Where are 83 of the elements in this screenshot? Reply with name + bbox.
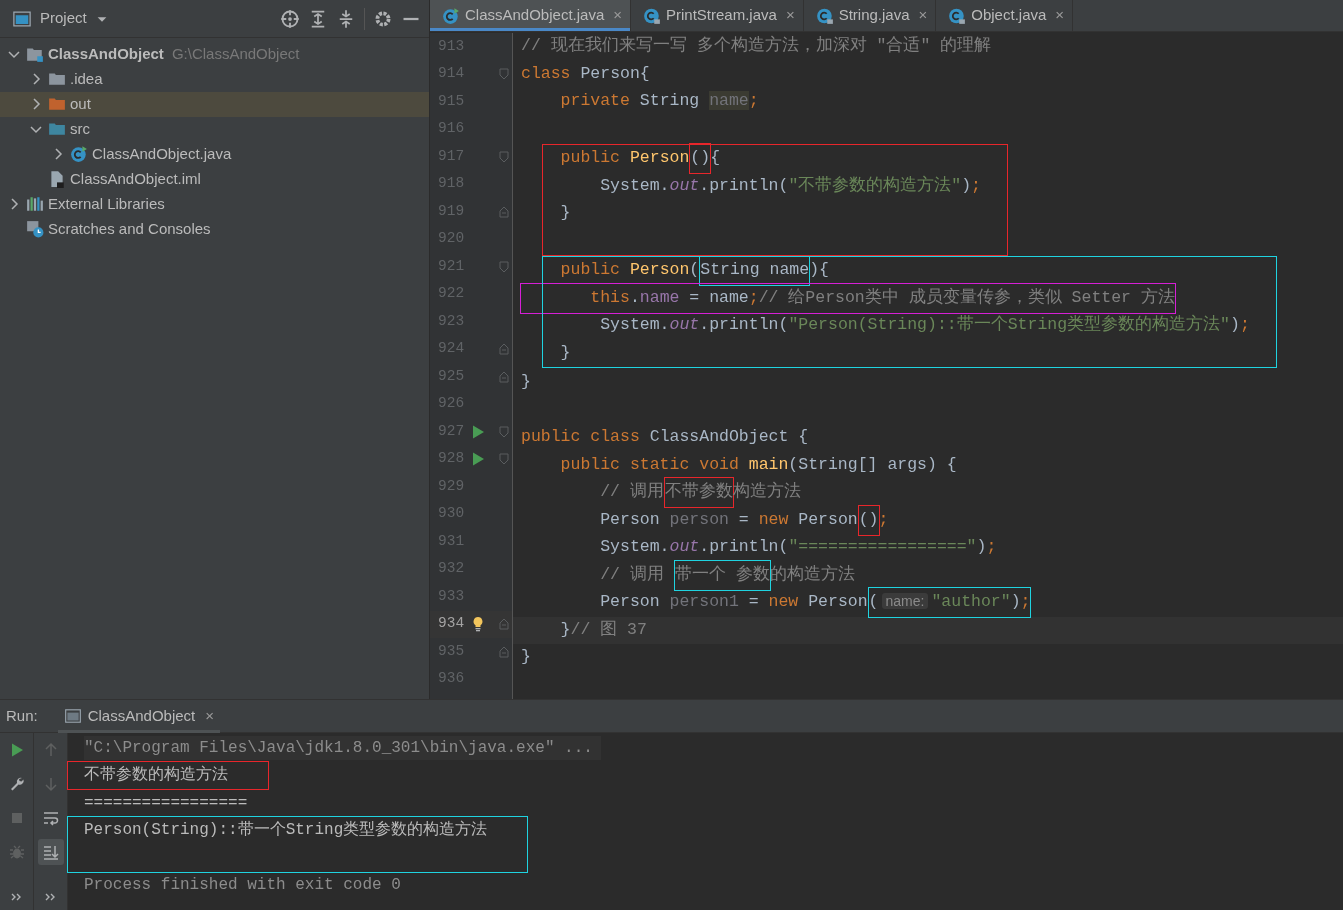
locate-icon[interactable]: [280, 8, 300, 29]
editor-tab[interactable]: ClassAndObject.java ×: [430, 0, 631, 31]
tree-label: .idea: [70, 69, 103, 89]
code-text: Person person = new Person: [599, 508, 858, 531]
tree-item[interactable]: src: [0, 116, 429, 142]
run-label: Run:: [6, 705, 38, 726]
class-file-icon: [948, 6, 967, 25]
code-line: public class ClassAndObject {: [521, 426, 809, 449]
code-text: Person person1 = new Person: [599, 591, 868, 614]
folder-icon: [26, 45, 44, 64]
scroll-to-end-icon: [42, 844, 59, 860]
close-button[interactable]: ×: [1055, 4, 1065, 27]
code-line: public static void main(String[] args) {: [559, 453, 957, 476]
tree-label: Scratches and Consoles: [48, 219, 211, 239]
close-button[interactable]: ×: [785, 4, 795, 27]
highlight-box: (): [690, 144, 711, 174]
highlight-box: this.name = name;// 给Person类中 成员变量传参，类似 Setter 方法: [521, 283, 1175, 313]
panel-title[interactable]: Project: [40, 7, 87, 30]
highlight-box: 不带参数: [664, 478, 733, 508]
run-icon[interactable]: [470, 451, 486, 468]
code-line: }: [521, 646, 531, 669]
code-line: System.out.println("不带参数的构造方法");: [599, 174, 981, 197]
window-icon: [12, 8, 32, 29]
close-button[interactable]: ×: [918, 4, 928, 27]
tree-item[interactable]: ClassAndObject.iml: [0, 166, 429, 192]
console-line: Person(String)::带一个String类型参数的构造方法: [84, 819, 488, 842]
class-file-icon: [643, 6, 661, 25]
code-line: class Person{: [521, 62, 650, 85]
tree-item[interactable]: ClassAndObject G:\ClassAndObject: [0, 41, 429, 67]
code-line: private String name;: [559, 90, 759, 113]
code-line: // 现在我们来写一写 多个构造方法，加深对 "合适" 的理解: [521, 35, 992, 58]
close-button[interactable]: ×: [205, 704, 214, 728]
tree-label: ClassAndObject: [48, 44, 164, 64]
tree-item[interactable]: External Libraries: [0, 191, 429, 217]
console-line: 不带参数的构造方法: [84, 764, 228, 787]
tree-label: out: [70, 94, 91, 114]
highlight-box: ( name: "author");: [868, 588, 1031, 618]
libraries-icon: [26, 195, 44, 214]
code-line: }: [559, 202, 571, 225]
tree-label: src: [70, 119, 90, 139]
code-line: }// 图 37: [559, 618, 647, 641]
tree-label: ClassAndObject.java: [92, 144, 232, 164]
console-line: Process finished with exit code 0: [84, 875, 401, 897]
class-file-icon: [70, 145, 88, 164]
editor-tab[interactable]: Object.java ×: [936, 0, 1074, 31]
class-file-icon: [442, 6, 460, 25]
code-text: // 调用: [599, 481, 664, 504]
tree-item[interactable]: .idea: [0, 66, 429, 92]
project-path: G:\ClassAndObject: [171, 44, 300, 64]
code-text: // 调用: [599, 563, 665, 586]
down-arrow-icon: [42, 776, 59, 792]
fold-marker-icon: [496, 616, 512, 633]
class-file-icon: [815, 6, 834, 25]
line-number: 934: [438, 614, 466, 634]
code-line: }: [559, 341, 571, 364]
wrap-icon: [42, 810, 59, 826]
console-icon: [63, 707, 82, 725]
code-line: }: [521, 371, 531, 394]
scroll-to-end-button[interactable]: [37, 839, 64, 865]
tree-item[interactable]: out: [0, 91, 429, 117]
tree-label: ClassAndObject.iml: [70, 169, 201, 189]
code-line: System.out.println("=================");: [599, 536, 997, 559]
highlight-box: String name: [700, 256, 810, 286]
run-icon[interactable]: [470, 423, 486, 440]
highlight-box: (): [858, 505, 879, 535]
code-text: ;: [878, 508, 889, 531]
code-text: ){: [809, 259, 829, 282]
close-button[interactable]: ×: [613, 4, 622, 27]
editor-tab[interactable]: PrintStream.java ×: [631, 0, 804, 31]
code-text: public Person: [559, 147, 690, 170]
editor-tab[interactable]: String.java ×: [803, 0, 937, 31]
tree-label: External Libraries: [48, 194, 165, 214]
highlight-box: 带一个 参数: [674, 560, 770, 590]
console-line: =================: [84, 792, 248, 814]
code-text: public Person(: [559, 259, 700, 282]
file-icon: [48, 170, 66, 189]
run-tab[interactable]: ClassAndObject ×: [57, 699, 220, 733]
bug-icon: [8, 844, 25, 860]
scratches-icon: [26, 220, 44, 239]
tree-item[interactable]: ClassAndObject.java: [0, 141, 429, 167]
code-line: System.out.println("Person(String)::带一个String类型参数的构造方法");: [599, 314, 1250, 337]
code-text: {: [710, 147, 721, 170]
tree-item[interactable]: Scratches and Consoles: [0, 216, 429, 242]
